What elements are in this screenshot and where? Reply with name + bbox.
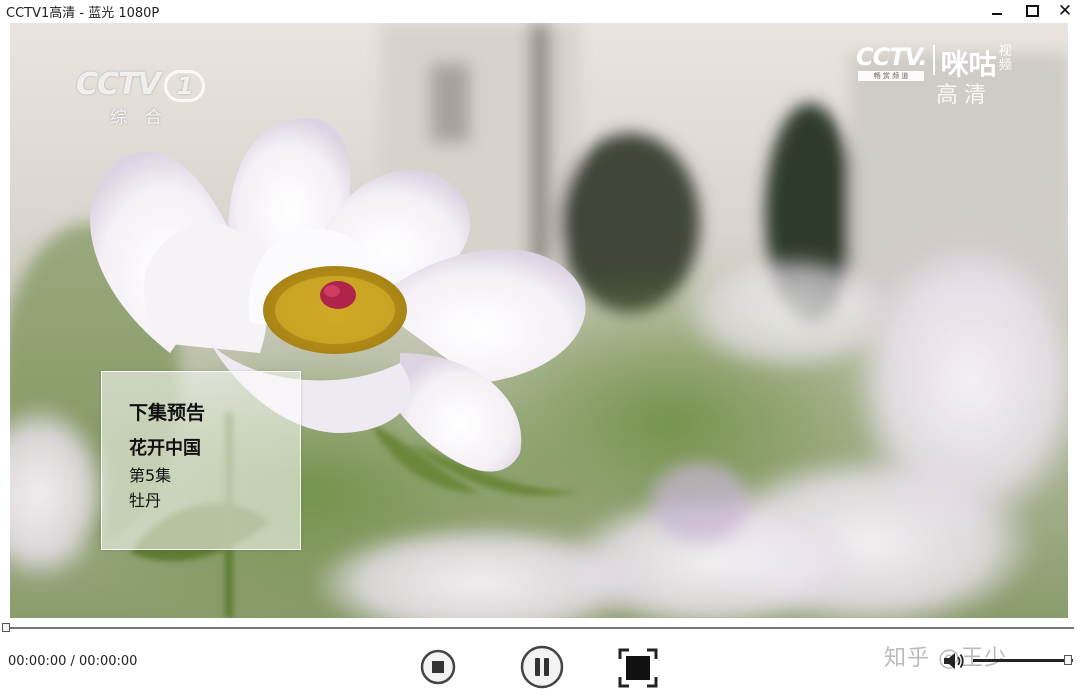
video-frame[interactable]: CCTV 1 综合 CCTV. 畅 赏 频 道咪咕 视频 高清 下集预告 花开中国 第… (10, 23, 1068, 618)
minimize-button[interactable] (980, 0, 1014, 22)
channel-logo: CCTV 1 综合 (76, 67, 206, 128)
preview-episode-subject: 牡丹 (129, 491, 162, 510)
volume-fill (973, 659, 1068, 662)
partner-logo-divider (932, 45, 935, 75)
stop-icon (420, 649, 456, 685)
pause-button[interactable] (519, 644, 565, 690)
pause-icon (520, 645, 564, 689)
volume-handle[interactable] (1064, 655, 1072, 665)
partner-logo: CCTV. 畅 赏 频 道咪咕 视频 高清 (856, 43, 1015, 108)
partner-logo-cctv-sub: 畅 赏 频 道 (858, 71, 924, 81)
time-display: 00:00:00 / 00:00:00 (8, 654, 138, 669)
partner-logo-cctv: CCTV. (856, 43, 928, 71)
minimize-icon (992, 13, 1002, 15)
maximize-button[interactable] (1015, 0, 1049, 22)
partner-logo-quality: 高清 (936, 83, 993, 108)
stop-button[interactable] (420, 649, 456, 685)
title-bar: CCTV1高清 - 蓝光 1080P ✕ (0, 0, 1080, 22)
channel-logo-number: 1 (163, 70, 206, 102)
preview-series-title: 花开中国 (129, 438, 201, 459)
progress-bar[interactable] (0, 618, 1080, 638)
close-button[interactable]: ✕ (1048, 0, 1080, 22)
partner-logo-brand-suffix: 视频 (998, 44, 1012, 73)
channel-logo-sub: 综合 (110, 108, 180, 128)
maximize-icon (1025, 5, 1039, 17)
fullscreen-button[interactable] (617, 647, 659, 689)
window-title: CCTV1高清 - 蓝光 1080P (6, 6, 160, 21)
preview-episode-number: 第5集 (129, 466, 172, 485)
preview-heading: 下集预告 (129, 402, 206, 424)
close-icon: ✕ (1057, 0, 1073, 21)
speaker-icon (944, 653, 964, 669)
progress-handle[interactable] (2, 623, 10, 632)
volume-button[interactable] (942, 650, 966, 672)
channel-logo-main: CCTV (76, 67, 161, 102)
control-bar: 00:00:00 / 00:00:00 知乎 @王少 (0, 638, 1080, 695)
progress-track[interactable] (6, 627, 1074, 629)
next-episode-panel: 下集预告 花开中国 第5集 牡丹 (101, 371, 301, 550)
fullscreen-icon (618, 648, 658, 688)
volume-slider[interactable] (973, 655, 1073, 665)
